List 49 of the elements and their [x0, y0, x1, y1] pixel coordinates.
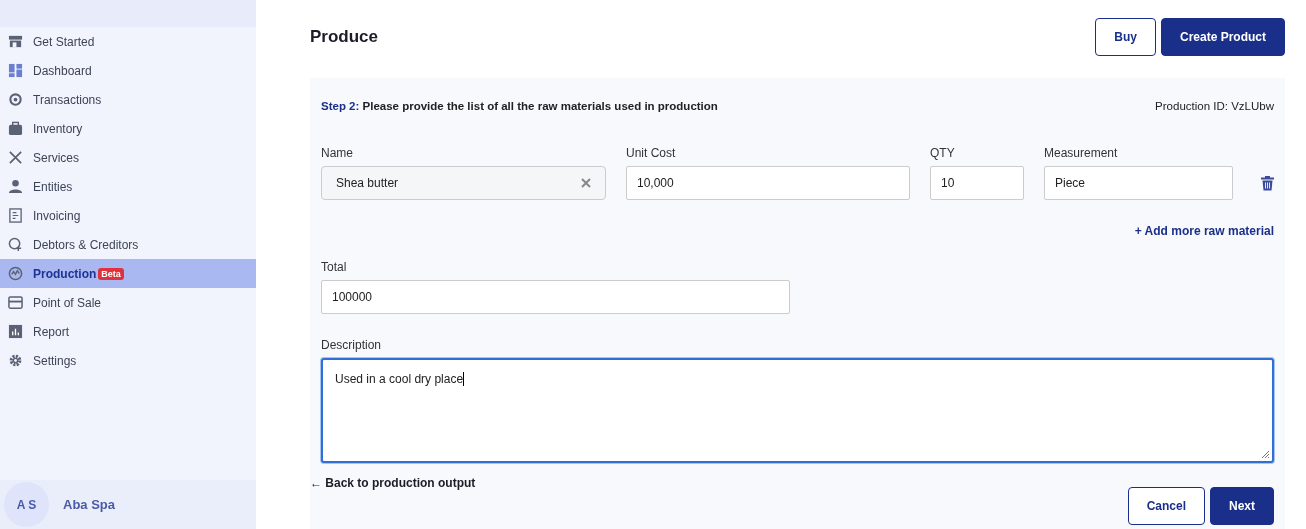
- sidebar-item[interactable]: Settings: [0, 346, 256, 375]
- clear-icon[interactable]: [581, 178, 591, 188]
- total-field[interactable]: 100000: [321, 280, 790, 314]
- description-textarea[interactable]: Used in a cool dry place: [321, 358, 1274, 463]
- page-title: Produce: [310, 27, 380, 47]
- card-icon: [8, 295, 23, 310]
- sidebar-item[interactable]: Get Started: [0, 27, 256, 56]
- sidebar-item[interactable]: Inventory: [0, 114, 256, 143]
- field-label: QTY: [930, 146, 956, 160]
- back-link[interactable]: ← Back to production output: [310, 476, 476, 490]
- buy-button[interactable]: Buy: [1095, 18, 1156, 56]
- store-icon: [8, 34, 23, 49]
- circle-icon: [8, 92, 23, 107]
- sidebar-item[interactable]: Production Beta: [0, 259, 256, 288]
- grid-icon: [8, 63, 23, 78]
- sidebar-item[interactable]: Invoicing: [0, 201, 256, 230]
- field-label: Measurement: [1044, 146, 1119, 160]
- field-label: Description: [321, 338, 383, 352]
- field-label: Name: [321, 146, 354, 160]
- trash-icon[interactable]: [1261, 176, 1274, 191]
- step-instruction: Step 2: Please provide the list of all the raw materials used in production: [321, 100, 718, 112]
- sidebar-item[interactable]: Services: [0, 143, 256, 172]
- qty-field[interactable]: 10: [930, 166, 1024, 200]
- field-label: Unit Cost: [626, 146, 677, 160]
- bar-chart-icon: [8, 324, 23, 339]
- next-button[interactable]: Next: [1210, 487, 1274, 525]
- sidebar-item[interactable]: Point of Sale: [0, 288, 256, 317]
- production-id: Production ID: VzLUbw: [1155, 100, 1274, 112]
- create-product-button[interactable]: Create Product: [1160, 18, 1285, 56]
- crossed-tools-icon: [8, 150, 23, 165]
- field-label: Total: [321, 260, 348, 274]
- cancel-button[interactable]: Cancel: [1127, 487, 1205, 525]
- settings-icon: [8, 353, 23, 368]
- sidebar-item[interactable]: Transactions: [0, 85, 256, 114]
- sidebar-item[interactable]: Report: [0, 317, 256, 346]
- user-name: Aba Spa: [63, 497, 115, 512]
- avatar: A S: [4, 482, 49, 527]
- unit-cost-field[interactable]: 10,000: [626, 166, 910, 200]
- add-raw-material-link[interactable]: + Add more raw material: [1134, 224, 1274, 238]
- briefcase-icon: [8, 121, 23, 136]
- name-select[interactable]: Shea butter: [321, 166, 606, 200]
- sidebar-item[interactable]: Entities: [0, 172, 256, 201]
- measurement-field[interactable]: Piece: [1044, 166, 1233, 200]
- person-icon: [8, 179, 23, 194]
- beta-badge: Beta: [98, 267, 124, 280]
- receipt-icon: [8, 208, 23, 223]
- resize-grip-icon[interactable]: [1260, 449, 1270, 459]
- sidebar-item[interactable]: Dashboard: [0, 56, 256, 85]
- sidebar-item[interactable]: Debtors & Creditors: [0, 230, 256, 259]
